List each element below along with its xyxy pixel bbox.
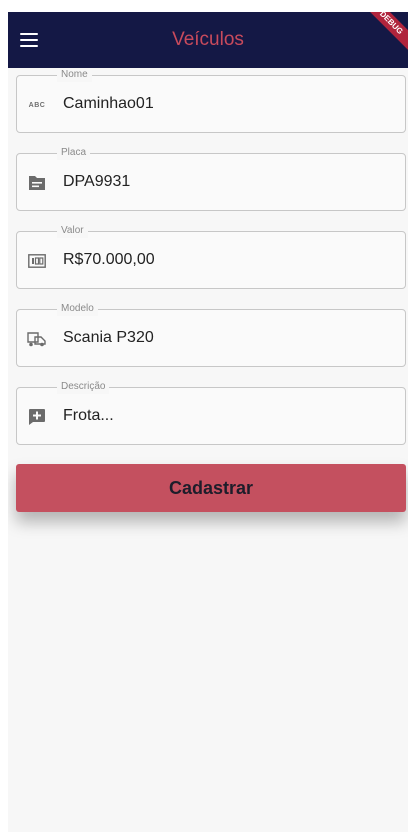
money-icon bbox=[27, 252, 47, 270]
valor-label: Valor bbox=[57, 224, 88, 238]
descricao-value: Frota... bbox=[63, 407, 114, 424]
nome-value: Caminhao01 bbox=[63, 95, 154, 112]
valor-field[interactable]: Valor R$70.000,00 bbox=[16, 224, 406, 289]
app-bar: Veículos DEBUG bbox=[8, 12, 408, 68]
truck-icon bbox=[27, 330, 47, 348]
placa-label: Placa bbox=[57, 146, 91, 160]
placa-value: DPA9931 bbox=[63, 173, 131, 190]
modelo-value: Scania P320 bbox=[63, 329, 154, 346]
cadastrar-button[interactable]: Cadastrar bbox=[16, 464, 406, 512]
card-icon bbox=[27, 174, 47, 192]
nome-label: Nome bbox=[57, 68, 92, 82]
descricao-label: Descrição bbox=[57, 380, 110, 394]
modelo-label: Modelo bbox=[57, 302, 98, 316]
descricao-field[interactable]: Descrição Frota... bbox=[16, 380, 406, 445]
abc-icon: ABC bbox=[28, 101, 46, 109]
modelo-field[interactable]: Modelo Scania P320 bbox=[16, 302, 406, 367]
page-title: Veículos bbox=[172, 29, 244, 50]
nome-field[interactable]: Nome ABC Caminhao01 bbox=[16, 68, 406, 133]
add-box-icon bbox=[27, 408, 47, 426]
placa-field[interactable]: Placa DPA9931 bbox=[16, 146, 406, 211]
valor-value: R$70.000,00 bbox=[63, 251, 155, 268]
app-screen: Veículos DEBUG Nome ABC Caminhao01 Placa… bbox=[8, 12, 408, 832]
